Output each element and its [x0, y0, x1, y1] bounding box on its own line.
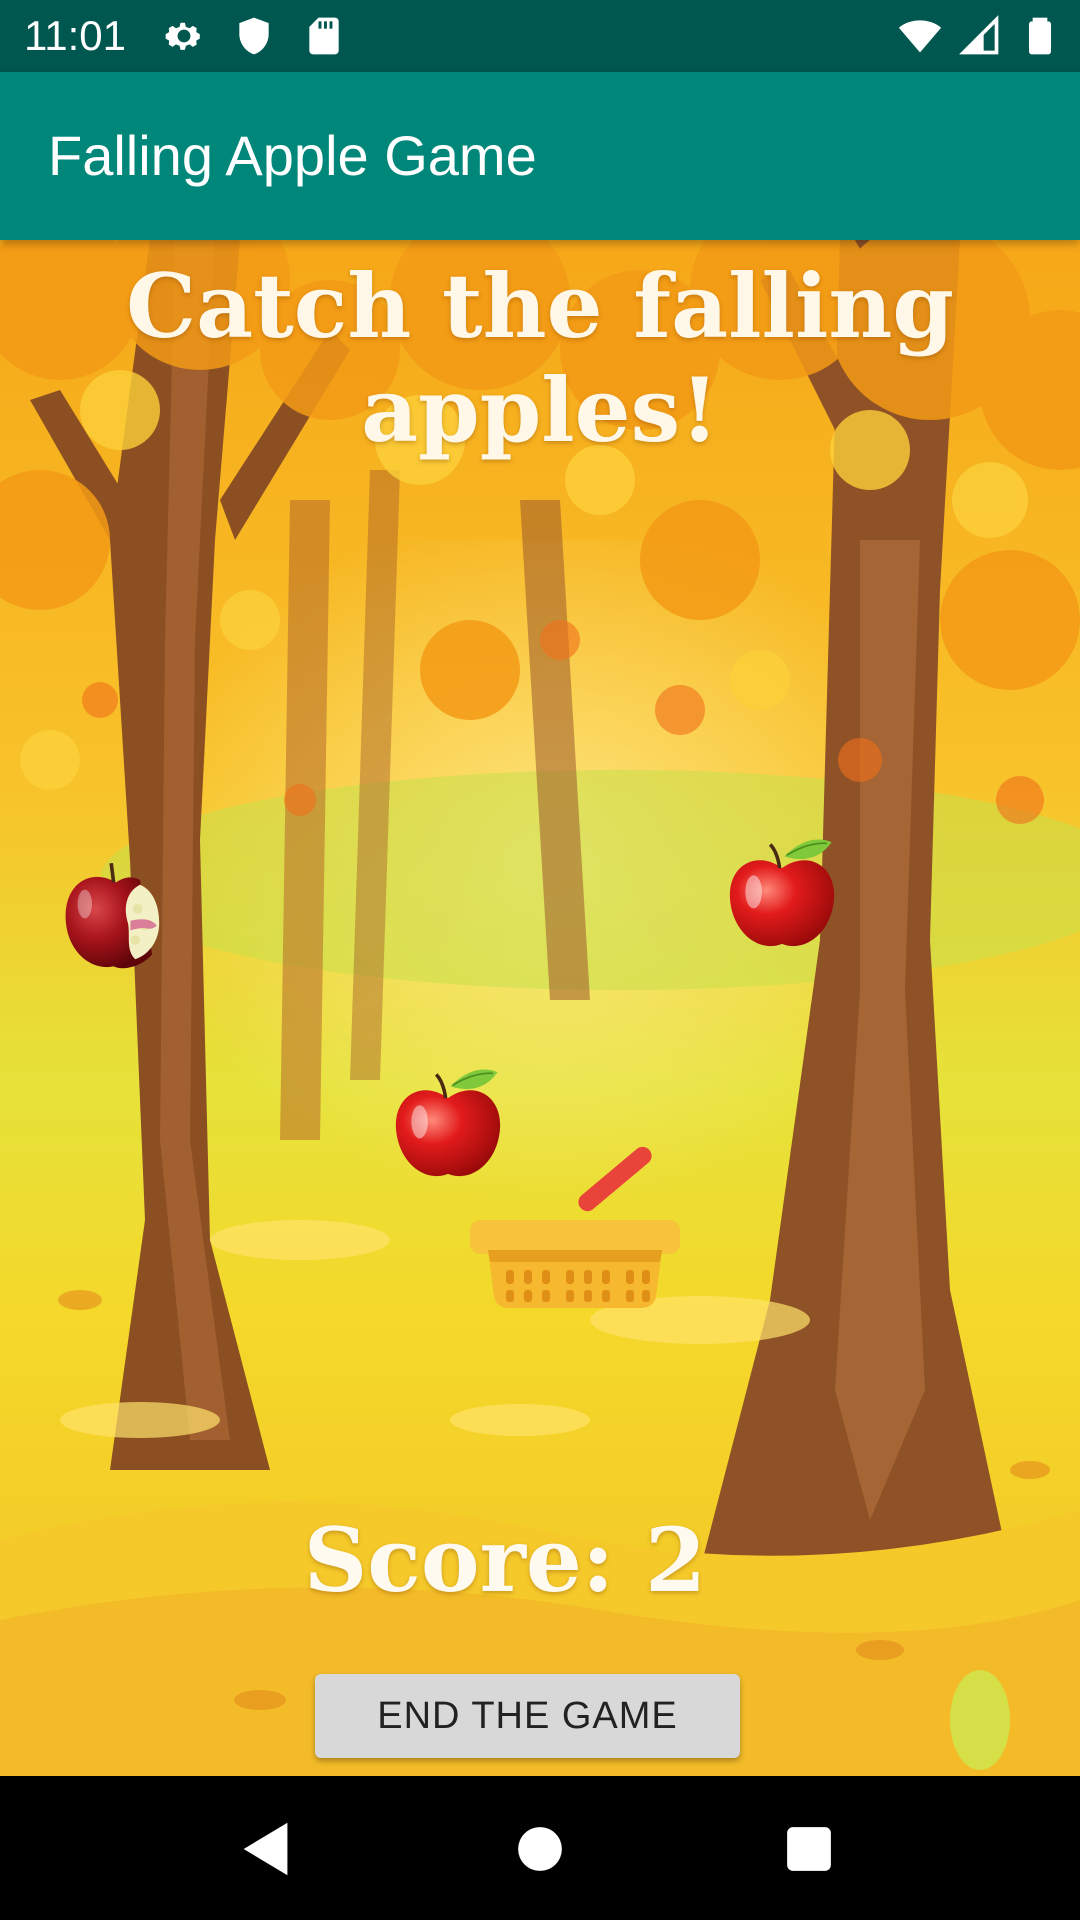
score-label: Score: 2: [303, 1508, 707, 1612]
app-bar: Falling Apple Game: [0, 72, 1080, 240]
red-apple[interactable]: [722, 828, 842, 958]
status-time: 11:01: [24, 12, 126, 59]
home-icon[interactable]: [505, 1814, 575, 1884]
instruction-headline: Catch the falling apples!: [126, 254, 954, 462]
recents-icon[interactable]: [774, 1814, 844, 1884]
app-title: Falling Apple Game: [48, 124, 537, 187]
battery-icon: [1029, 17, 1051, 55]
navigation-bar: [0, 1776, 1080, 1920]
signal-icon: [959, 15, 999, 55]
gear-icon: [165, 22, 200, 50]
status-bar: 11:01: [0, 0, 1080, 72]
wifi-icon: [898, 20, 942, 53]
end-game-button[interactable]: END THE GAME: [315, 1674, 740, 1758]
wormy-apple[interactable]: [56, 856, 176, 976]
sd-card-icon: [309, 17, 339, 55]
basket[interactable]: [470, 1110, 700, 1310]
game-area[interactable]: Catch the falling apples! Score: 2 END T…: [0, 240, 1080, 1776]
shield-icon: [239, 17, 269, 55]
back-icon[interactable]: [232, 1814, 302, 1884]
